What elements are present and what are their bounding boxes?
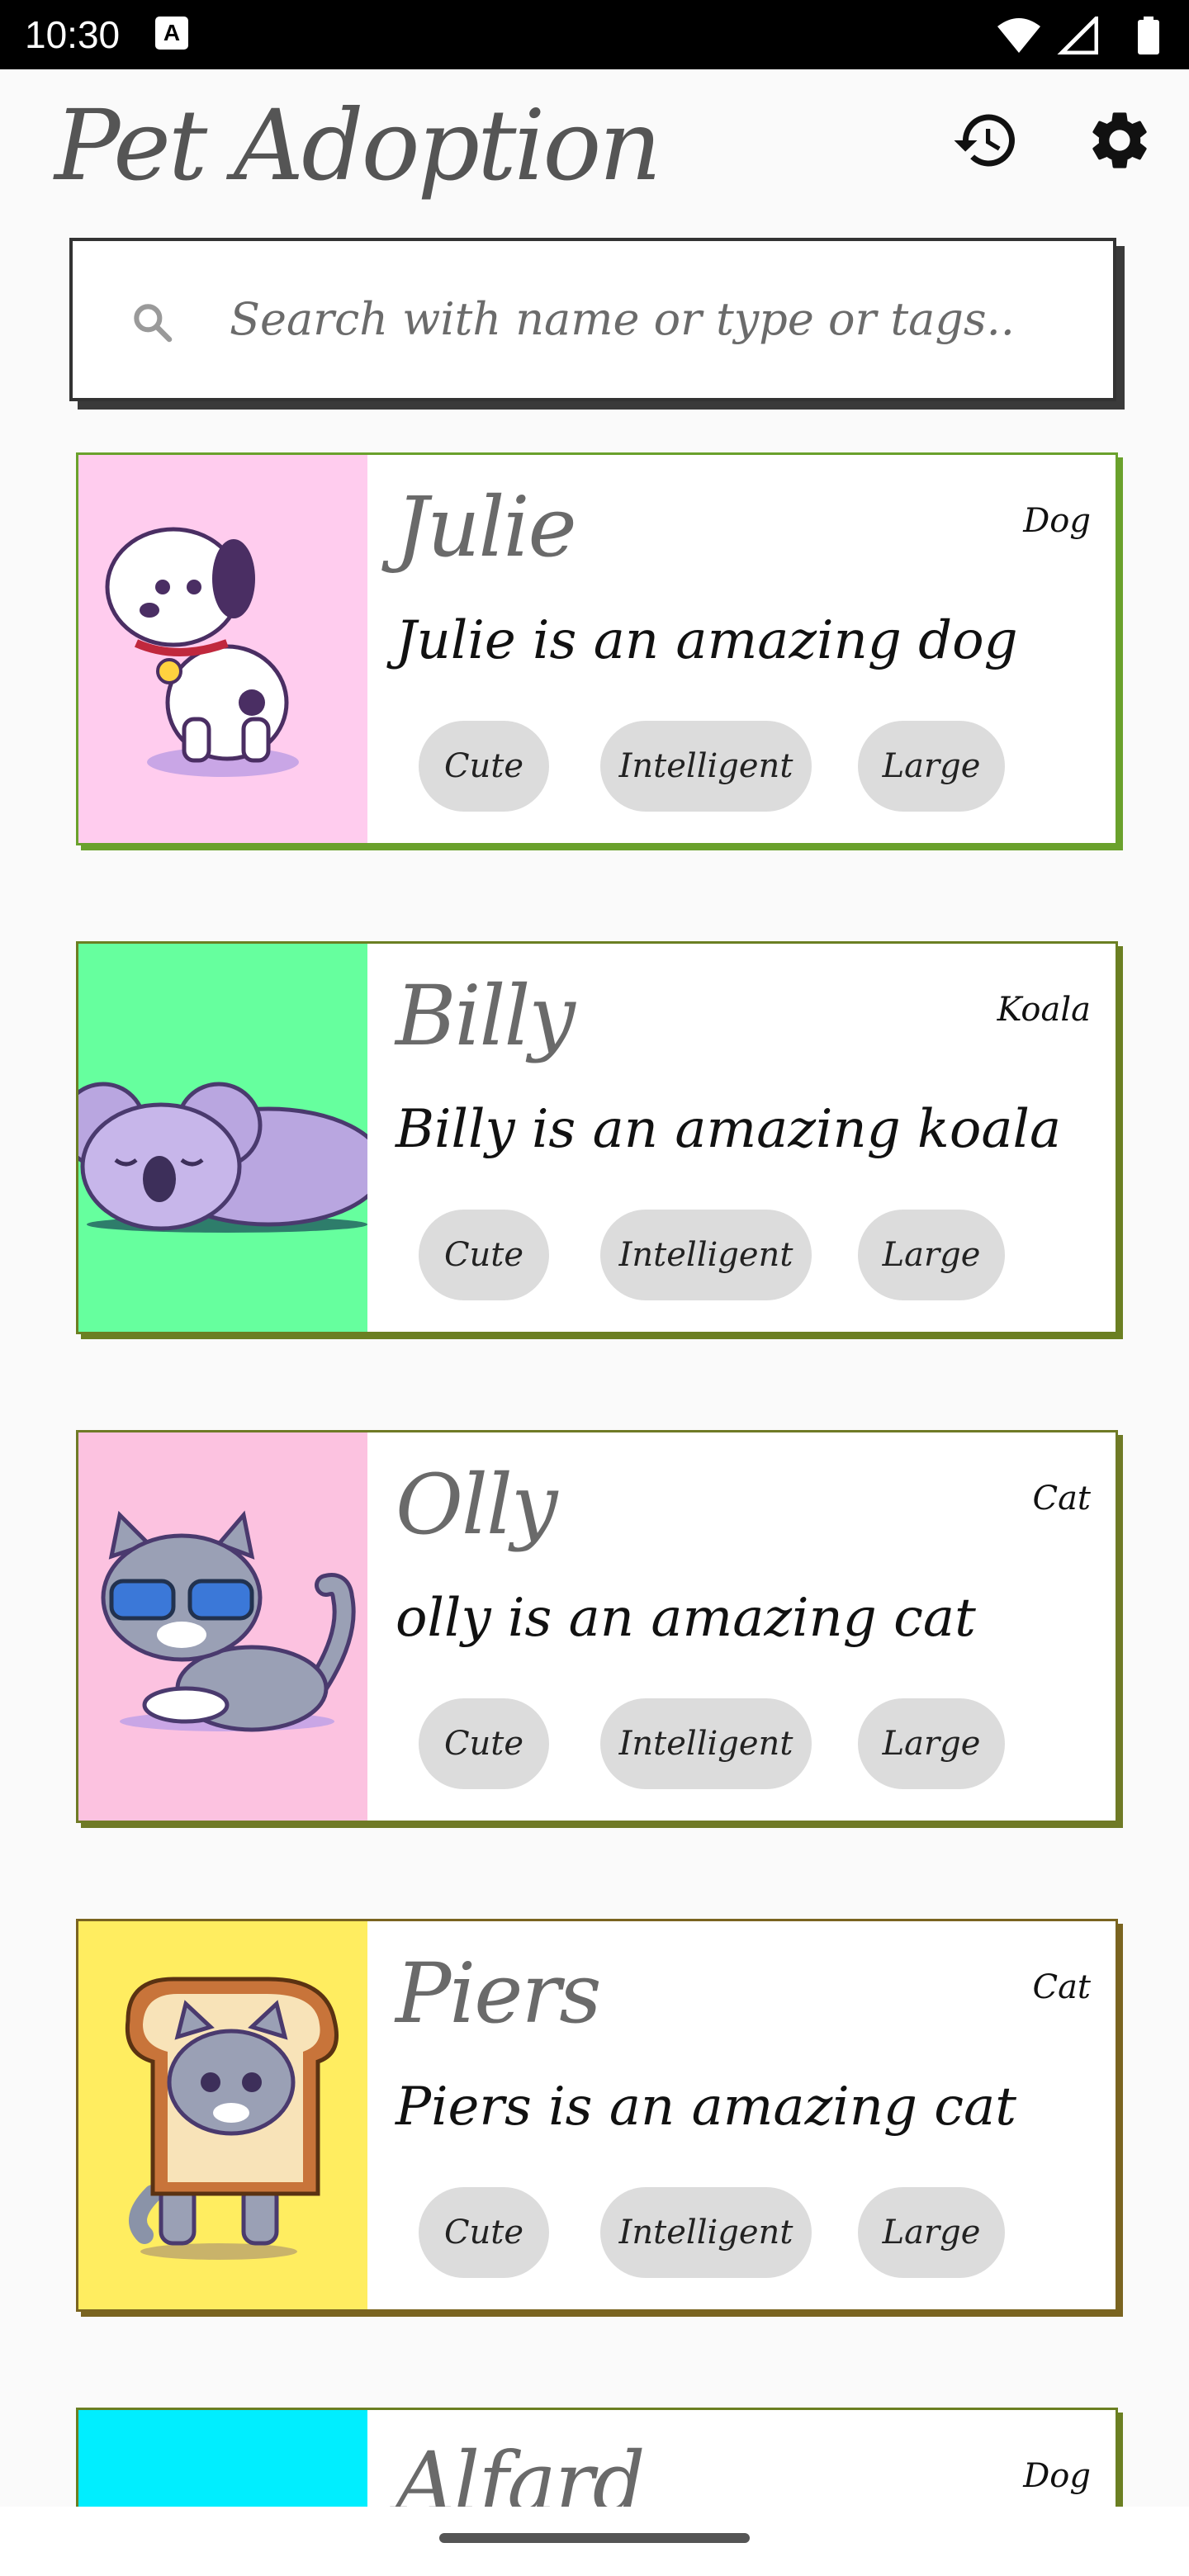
signal-icon [1057, 17, 1098, 54]
pet-image-olly [78, 1432, 367, 1821]
tag-chip[interactable]: Cute [419, 2187, 549, 2278]
pet-type: Cat [1032, 1968, 1091, 2006]
pet-name: Piers [396, 1945, 602, 2042]
pet-image-billy [78, 944, 367, 1332]
status-bar: 10:30 A [0, 0, 1189, 69]
tag-chip[interactable]: Large [858, 1698, 1005, 1789]
pet-type: Dog [1023, 2457, 1091, 2495]
pet-card-olly[interactable]: Olly Cat olly is an amazing cat Cute Int… [76, 1430, 1118, 1823]
pet-description: Billy is an amazing koala [396, 1099, 1062, 1160]
pet-card-piers[interactable]: Piers Cat Piers is an amazing cat Cute I… [76, 1919, 1118, 2312]
wifi-icon [997, 18, 1040, 53]
tag-chip[interactable]: Large [858, 721, 1005, 812]
gear-icon [1092, 112, 1147, 168]
search-placeholder: Search with name or type or tags.. [230, 293, 1015, 345]
battery-icon [1138, 17, 1159, 54]
pet-description: Julie is an amazing dog [396, 610, 1018, 671]
pet-type: Koala [997, 991, 1091, 1029]
pet-image-julie [78, 455, 367, 843]
cat-illustration [101, 1510, 356, 1732]
pet-image-piers [78, 1921, 367, 2309]
tag-chip[interactable]: Large [858, 2187, 1005, 2278]
koala-illustration [78, 1082, 367, 1233]
pet-name: Olly [396, 1456, 557, 1553]
pet-image-alfard [78, 2410, 367, 2507]
tag-chip[interactable]: Intelligent [600, 1698, 812, 1789]
pet-card-alfard[interactable]: Alfard Dog [76, 2408, 1118, 2507]
home-indicator[interactable] [439, 2533, 750, 2543]
pet-type: Cat [1032, 1480, 1091, 1518]
tag-chip[interactable]: Intelligent [600, 1210, 812, 1300]
pet-name: Alfard [396, 2434, 646, 2507]
pet-description: Piers is an amazing cat [396, 2076, 1016, 2138]
app-title: Pet Adoption [54, 88, 661, 202]
history-icon [954, 114, 1015, 167]
tag-chip[interactable]: Cute [419, 721, 549, 812]
pet-card-julie[interactable]: Julie Dog Julie is an amazing dog Cute I… [76, 452, 1118, 845]
settings-button[interactable] [1085, 106, 1154, 175]
cat-bread-illustration [125, 1977, 339, 2260]
history-button[interactable] [951, 106, 1021, 175]
pet-name: Julie [396, 479, 577, 575]
pet-name: Billy [396, 968, 576, 1064]
status-time: 10:30 [25, 13, 121, 56]
pet-card-billy[interactable]: Billy Koala Billy is an amazing koala Cu… [76, 941, 1118, 1334]
search-input[interactable]: Search with name or type or tags.. [69, 238, 1116, 401]
tag-chip[interactable]: Intelligent [600, 2187, 812, 2278]
keyboard-indicator-icon: A [155, 17, 188, 50]
pet-description: olly is an amazing cat [396, 1588, 976, 1649]
pet-type: Dog [1023, 502, 1091, 540]
tag-chip[interactable]: Intelligent [600, 721, 812, 812]
dog-illustration [105, 527, 299, 777]
tag-chip[interactable]: Cute [419, 1698, 549, 1789]
search-icon [134, 304, 173, 343]
tag-chip[interactable]: Cute [419, 1210, 549, 1300]
tag-chip[interactable]: Large [858, 1210, 1005, 1300]
